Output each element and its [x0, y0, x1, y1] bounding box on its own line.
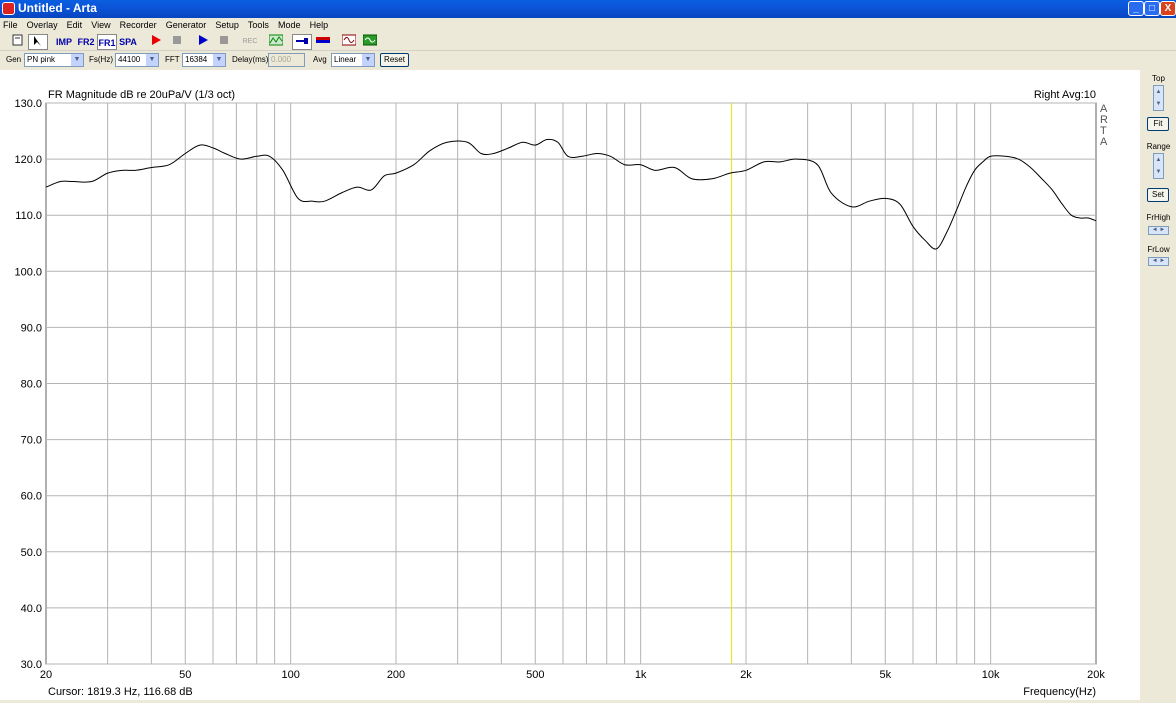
sample-rate-select[interactable]: 44100 ▼: [115, 53, 159, 67]
fft-label: FFT: [165, 55, 180, 64]
y-tick-label: 90.0: [21, 322, 42, 334]
frhigh-label: FrHigh: [1146, 213, 1171, 222]
window-title: Untitled - Arta: [18, 1, 97, 15]
menu-recorder[interactable]: Recorder: [117, 18, 160, 32]
y-tick-label: 60.0: [21, 491, 42, 503]
x-tick-label: 20k: [1087, 669, 1105, 681]
menu-generator[interactable]: Generator: [163, 18, 210, 32]
x-tick-label: 5k: [879, 669, 891, 681]
cursor-readout: Cursor: 1819.3 Hz, 116.68 dB: [48, 686, 193, 698]
menu-overlay[interactable]: Overlay: [24, 18, 61, 32]
averaging-select[interactable]: Linear ▼: [331, 53, 375, 67]
menu-help[interactable]: Help: [307, 18, 332, 32]
fft-size-select[interactable]: 16384 ▼: [182, 53, 226, 67]
fr2-mode-button[interactable]: FR2: [76, 34, 96, 50]
generator-select[interactable]: PN pink ▼: [24, 53, 84, 67]
x-tick-label: 100: [281, 669, 299, 681]
watermark-letter: A: [1100, 136, 1108, 148]
set-button[interactable]: Set: [1147, 188, 1169, 202]
menu-setup[interactable]: Setup: [212, 18, 242, 32]
x-tick-label: 1k: [635, 669, 647, 681]
smoothing-icon[interactable]: [266, 34, 286, 50]
y-tick-label: 80.0: [21, 379, 42, 391]
avg-label: Avg: [313, 55, 327, 64]
frlow-label: FrLow: [1147, 245, 1170, 254]
x-axis-label: Frequency(Hz): [1023, 686, 1096, 698]
maximize-button[interactable]: □: [1144, 1, 1160, 16]
spectrum-color-icon[interactable]: [313, 34, 333, 50]
chevron-down-icon: ▼: [362, 54, 374, 66]
connection-icon[interactable]: [292, 34, 312, 50]
y-tick-label: 100.0: [14, 266, 42, 278]
waveform-icon[interactable]: [339, 34, 359, 50]
top-label: Top: [1152, 74, 1165, 83]
frequency-response-chart[interactable]: 130.0 120.0 110.0 100.0 90.0 80.0 70.0 60.0 50.0…: [0, 70, 1140, 700]
frhigh-spinner[interactable]: ◄ ►: [1148, 226, 1169, 235]
x-tick-label: 10k: [982, 669, 1000, 681]
arta-app-icon: [2, 2, 15, 15]
range-spinner[interactable]: ▲ ▼: [1153, 153, 1164, 179]
y-tick-label: 40.0: [21, 603, 42, 615]
chevron-down-icon: ▼: [146, 54, 158, 66]
menu-mode[interactable]: Mode: [275, 18, 304, 32]
generator-value: PN pink: [27, 55, 56, 64]
chart-title: FR Magnitude dB re 20uPa/V (1/3 oct): [48, 89, 235, 101]
new-document-icon[interactable]: [8, 34, 28, 50]
graph-area[interactable]: 130.0 120.0 110.0 100.0 90.0 80.0 70.0 60.0 50.0…: [0, 70, 1140, 700]
record-stop-icon[interactable]: [167, 34, 187, 50]
close-button[interactable]: X: [1160, 1, 1176, 16]
generator-stop-icon[interactable]: [214, 34, 234, 50]
channel-average-label: Right Avg:10: [1034, 89, 1096, 101]
generator-play-icon[interactable]: [193, 34, 213, 50]
menu-view[interactable]: View: [88, 18, 113, 32]
toolbar: IMP FR2 FR1 SPA REC: [0, 33, 1176, 51]
frlow-spinner[interactable]: ◄ ►: [1148, 257, 1169, 266]
grid-lines: [45, 102, 1097, 665]
menu-file[interactable]: File: [0, 18, 21, 32]
delay-label: Delay(ms): [232, 55, 269, 64]
fs-label: Fs(Hz): [89, 55, 113, 64]
signal-icon[interactable]: [360, 34, 380, 50]
impulse-mode-button[interactable]: IMP: [54, 34, 74, 50]
pointer-tool-icon[interactable]: [28, 34, 48, 50]
series-line-right: [45, 138, 1097, 250]
control-bar: Gen PN pink ▼ Fs(Hz) 44100 ▼ FFT 16384 ▼…: [0, 52, 1176, 69]
chevron-down-icon: ▼: [213, 54, 225, 66]
reset-button[interactable]: Reset: [380, 53, 409, 67]
rec-button[interactable]: REC: [240, 34, 260, 50]
x-tick-label: 200: [387, 669, 405, 681]
right-panel: Top ▲ ▼ Fit Range ▲ ▼ Set FrHigh ◄ ► FrLow…: [1141, 70, 1176, 700]
spa-mode-button[interactable]: SPA: [118, 34, 138, 50]
gen-label: Gen: [6, 55, 22, 64]
title-bar: Untitled - Arta _ □ X: [0, 0, 1176, 18]
sample-rate-value: 44100: [118, 55, 141, 64]
menu-edit[interactable]: Edit: [64, 18, 86, 32]
y-tick-labels: 130.0 120.0 110.0 100.0 90.0 80.0 70.0 60.0 50.0…: [14, 98, 42, 671]
minimize-button[interactable]: _: [1128, 1, 1144, 16]
range-label: Range: [1146, 142, 1171, 151]
y-tick-label: 50.0: [21, 547, 42, 559]
averaging-value: Linear: [334, 55, 357, 64]
x-tick-label: 20: [40, 669, 52, 681]
menu-bar: File Overlay Edit View Recorder Generato…: [0, 18, 1176, 32]
delay-input[interactable]: 0.000: [268, 53, 305, 67]
y-tick-label: 70.0: [21, 435, 42, 447]
x-tick-label: 500: [526, 669, 544, 681]
fr1-mode-button[interactable]: FR1: [97, 34, 117, 50]
x-tick-label: 50: [179, 669, 191, 681]
fit-button[interactable]: Fit: [1147, 117, 1169, 131]
y-tick-label: 30.0: [21, 659, 42, 671]
record-play-icon[interactable]: [146, 34, 166, 50]
top-spinner[interactable]: ▲ ▼: [1153, 85, 1164, 111]
y-tick-label: 110.0: [15, 210, 42, 222]
arta-watermark: A R T A: [1100, 103, 1108, 148]
x-tick-labels: 20 50 100 200 500 1k 2k 5k 10k 20k: [40, 669, 1105, 681]
y-tick-label: 120.0: [14, 154, 42, 166]
x-tick-label: 2k: [740, 669, 752, 681]
fft-size-value: 16384: [185, 55, 208, 64]
chevron-down-icon: ▼: [71, 54, 83, 66]
menu-tools[interactable]: Tools: [245, 18, 272, 32]
y-tick-label: 130.0: [14, 98, 42, 110]
